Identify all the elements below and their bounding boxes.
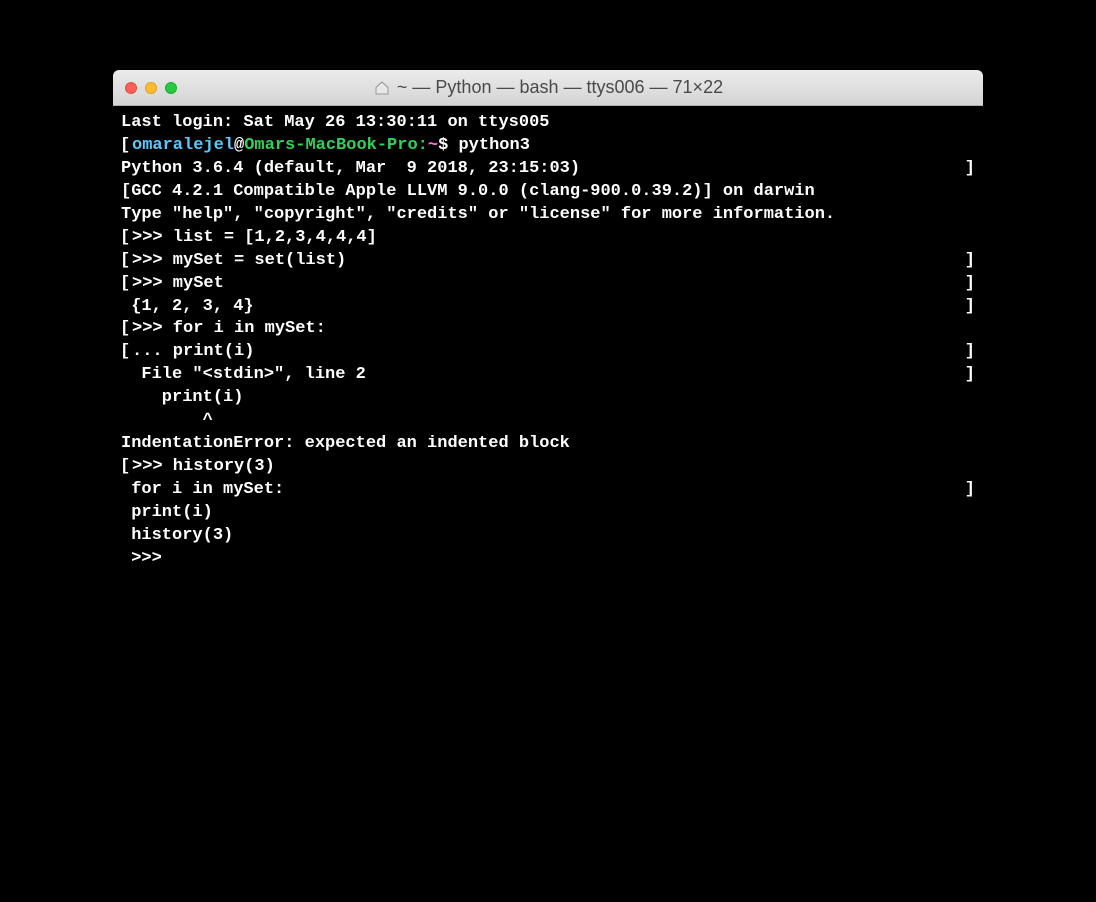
terminal-line: ... print(i) — [121, 341, 975, 364]
traffic-lights — [125, 82, 177, 94]
terminal-window: ~ — Python — bash — ttys006 — 71×22 Last… — [113, 70, 983, 806]
prompt-host: Omars-MacBook-Pro: — [244, 136, 428, 155]
prompt-user: omaralejel — [132, 136, 234, 155]
terminal-line: ^ — [121, 410, 975, 433]
terminal-line: {1, 2, 3, 4} — [121, 296, 975, 319]
terminal-line: >>> for i in mySet: — [121, 318, 975, 341]
prompt-sep: $ — [438, 136, 458, 155]
home-icon — [373, 79, 391, 97]
terminal-line: >>> mySet = set(list) — [121, 250, 975, 273]
terminal-line: >>> list = [1,2,3,4,4,4] — [121, 227, 975, 250]
window-title-text: ~ — Python — bash — ttys006 — 71×22 — [397, 77, 723, 98]
terminal-line: IndentationError: expected an indented b… — [121, 433, 975, 456]
terminal-line: for i in mySet: — [121, 479, 975, 502]
terminal-line: File "<stdin>", line 2 — [121, 364, 975, 387]
minimize-button[interactable] — [145, 82, 157, 94]
terminal-line: >>> history(3) — [121, 456, 975, 479]
terminal-line: print(i) — [121, 387, 975, 410]
prompt-at: @ — [234, 136, 244, 155]
terminal-line: Last login: Sat May 26 13:30:11 on ttys0… — [121, 112, 975, 135]
terminal-line: history(3) — [121, 525, 975, 548]
window-title: ~ — Python — bash — ttys006 — 71×22 — [113, 77, 983, 98]
titlebar[interactable]: ~ — Python — bash — ttys006 — 71×22 — [113, 70, 983, 106]
terminal-line: Python 3.6.4 (default, Mar 9 2018, 23:15… — [121, 158, 975, 181]
terminal-content[interactable]: Last login: Sat May 26 13:30:11 on ttys0… — [113, 106, 983, 806]
prompt-command: python3 — [458, 136, 529, 155]
terminal-prompt-current[interactable]: >>> — [121, 548, 975, 571]
terminal-line: >>> mySet — [121, 273, 975, 296]
prompt-path: ~ — [428, 136, 438, 155]
close-button[interactable] — [125, 82, 137, 94]
terminal-line: print(i) — [121, 502, 975, 525]
terminal-prompt-line: omaralejel@Omars-MacBook-Pro:~$ python3 — [121, 135, 975, 158]
terminal-line: [GCC 4.2.1 Compatible Apple LLVM 9.0.0 (… — [121, 181, 975, 204]
maximize-button[interactable] — [165, 82, 177, 94]
terminal-line: Type "help", "copyright", "credits" or "… — [121, 204, 975, 227]
